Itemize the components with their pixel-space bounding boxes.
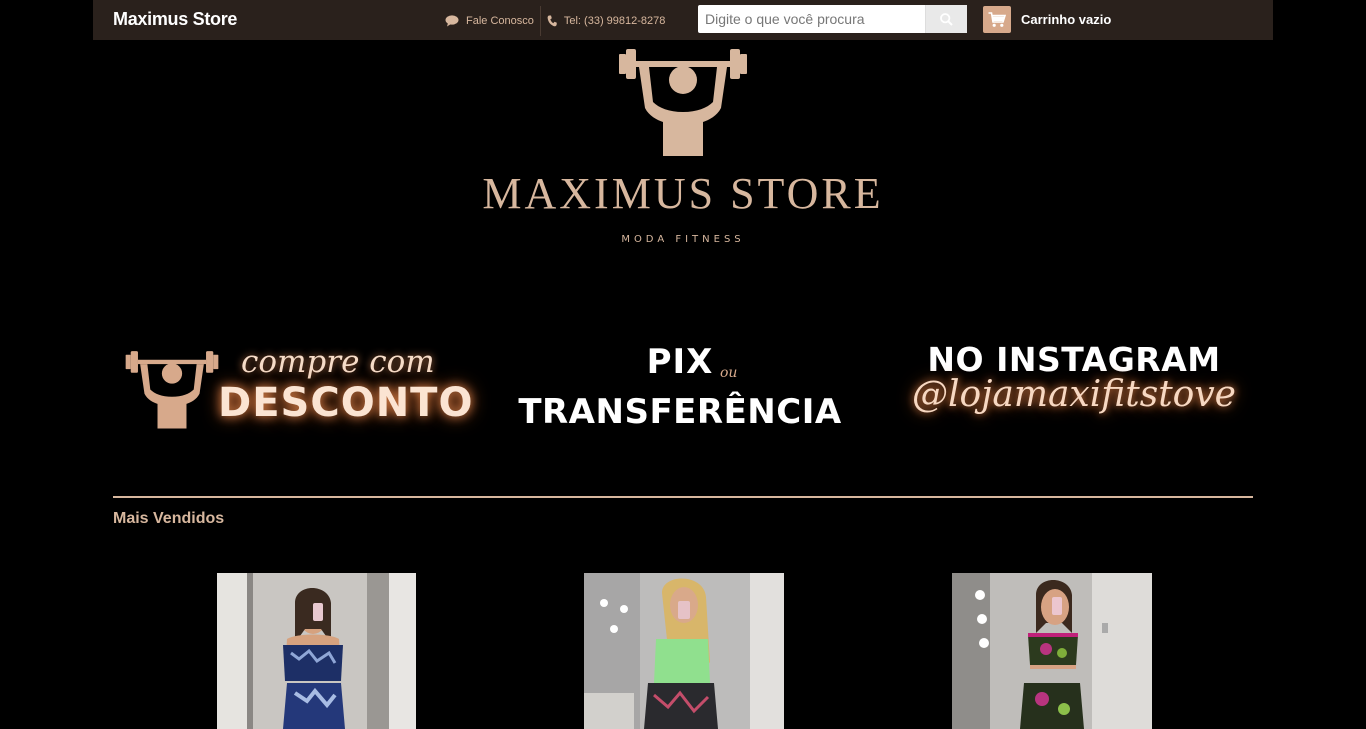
banner-connector: ou [720,365,738,381]
instagram-banner[interactable]: NO INSTAGRAM @lojamaxifitstove [895,330,1253,450]
cart-label: Carrinho vazio [1021,12,1112,27]
banner-line-2: DESCONTO [218,380,474,426]
section-divider [113,496,1253,498]
store-logo[interactable]: MAXIMUS STORE MODA FITNESS [0,42,1366,245]
chat-bubble-icon [445,15,459,27]
search-icon [940,12,953,26]
logo-name: MAXIMUS STORE [482,169,884,218]
cart-link[interactable]: Carrinho vazio [983,6,1111,33]
phone-label: Tel: (33) 99812-8278 [563,15,666,27]
cart-icon-box [983,6,1011,33]
instagram-handle: @lojamaxifitstove [912,374,1236,415]
banner-line-1: PIX [646,342,714,382]
shopping-cart-icon [988,11,1006,27]
logo-tagline: MODA FITNESS [621,234,745,245]
search-box [698,5,967,33]
top-bar: Maximus Store Fale Conosco Tel: (33) 998… [93,0,1273,40]
banner-line-1: compre com [241,344,435,380]
search-button[interactable] [925,5,967,33]
phone-icon [547,15,557,27]
search-input[interactable] [698,5,925,33]
banner-line-2: TRANSFERÊNCIA [518,392,842,432]
section-title: Mais Vendidos [113,510,225,527]
contact-divider [539,6,541,36]
weightlifter-icon [125,351,219,429]
fale-conosco-link[interactable]: Fale Conosco [445,15,534,27]
store-brand-link[interactable]: Maximus Store [113,9,237,30]
product-image-1[interactable] [217,573,416,729]
phone-link[interactable]: Tel: (33) 99812-8278 [547,15,666,27]
weightlifter-icon [619,49,747,156]
fale-conosco-label: Fale Conosco [466,15,534,27]
contact-area: Fale Conosco Tel: (33) 99812-8278 [445,6,666,36]
product-image-2[interactable] [584,573,784,729]
product-image-3[interactable] [952,573,1152,729]
discount-banner[interactable]: compre com DESCONTO [113,330,473,450]
pix-banner[interactable]: PIX ou TRANSFERÊNCIA [500,330,860,450]
